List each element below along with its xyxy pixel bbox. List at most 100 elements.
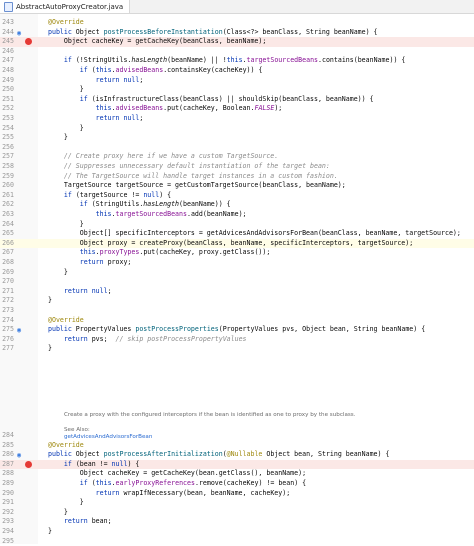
code-line[interactable]: 257 // Create proxy here if we have a cu…	[0, 152, 474, 162]
line-number[interactable]: 262	[0, 200, 14, 210]
code-line[interactable]: 264 }	[0, 220, 474, 230]
line-number[interactable]: 251	[0, 95, 14, 105]
code-line[interactable]: 276 return pvs; // skip postProcessPrope…	[0, 335, 474, 345]
code-text[interactable]: if (bean != null) {	[48, 460, 139, 470]
code-line[interactable]: 292 }	[0, 508, 474, 518]
line-number[interactable]: 272	[0, 296, 14, 306]
code-text[interactable]: }	[48, 527, 52, 537]
line-number[interactable]: 246	[0, 47, 14, 57]
code-text[interactable]: }	[48, 344, 52, 354]
line-number[interactable]: 259	[0, 172, 14, 182]
code-text[interactable]: return pvs; // skip postProcessPropertyV…	[48, 335, 247, 345]
code-text[interactable]: return null;	[48, 76, 144, 86]
line-number[interactable]: 258	[0, 162, 14, 172]
code-editor[interactable]: 243 @Override 244 ◉ public Object postProces…	[0, 14, 474, 546]
code-line[interactable]: 256	[0, 143, 474, 153]
line-number[interactable]: 288	[0, 469, 14, 479]
code-line[interactable]: 293 return bean;	[0, 517, 474, 527]
code-text[interactable]: return null;	[48, 114, 144, 124]
code-text[interactable]: TargetSource targetSource = getCustomTar…	[48, 181, 346, 191]
code-line[interactable]: 252 this.advisedBeans.put(cacheKey, Bool…	[0, 104, 474, 114]
line-number[interactable]: 292	[0, 508, 14, 518]
line-number[interactable]: 270	[0, 277, 14, 287]
code-text[interactable]: if (!StringUtils.hasLength(beanName) || …	[48, 56, 405, 66]
code-text[interactable]: }	[48, 85, 84, 95]
line-number[interactable]: 287	[0, 460, 14, 470]
code-line[interactable]: 250 }	[0, 85, 474, 95]
file-tab[interactable]: AbstractAutoProxyCreator.java	[0, 0, 131, 13]
code-text[interactable]: this.targetSourcedBeans.add(beanName);	[48, 210, 247, 220]
code-line[interactable]: 270	[0, 277, 474, 287]
line-number[interactable]: 294	[0, 527, 14, 537]
breakpoint-icon[interactable]	[25, 38, 32, 46]
code-line[interactable]: 295	[0, 537, 474, 546]
line-number[interactable]: 253	[0, 114, 14, 124]
code-line[interactable]: 251 if (isInfrastructureClass(beanClass)…	[0, 95, 474, 105]
code-text[interactable]: this.advisedBeans.put(cacheKey, Boolean.…	[48, 104, 283, 114]
code-line[interactable]: 268 return proxy;	[0, 258, 474, 268]
code-text[interactable]: Object[] specificInterceptors = getAdvic…	[48, 229, 461, 239]
code-text[interactable]: public PropertyValues postProcessPropert…	[48, 325, 425, 335]
code-line[interactable]: 243 @Override	[0, 18, 474, 28]
code-text[interactable]: }	[48, 498, 84, 508]
code-line[interactable]: 265 Object[] specificInterceptors = getA…	[0, 229, 474, 239]
line-number[interactable]: 285	[0, 441, 14, 451]
code-line[interactable]: 246	[0, 47, 474, 57]
line-number[interactable]: 286	[0, 450, 14, 460]
line-number[interactable]: 273	[0, 306, 14, 316]
code-line[interactable]: 263 this.targetSourcedBeans.add(beanName…	[0, 210, 474, 220]
code-text[interactable]: public Object postProcessBeforeInstantia…	[48, 28, 378, 38]
code-line[interactable]: 260 TargetSource targetSource = getCusto…	[0, 181, 474, 191]
code-text[interactable]: Object proxy = createProxy(beanClass, be…	[48, 239, 413, 249]
code-text[interactable]: // The TargetSource will handle target i…	[48, 172, 338, 182]
line-number[interactable]: 248	[0, 66, 14, 76]
code-text[interactable]: }	[48, 124, 84, 134]
code-line[interactable]: 245 Object cacheKey = getCacheKey(beanCl…	[0, 37, 474, 47]
code-line[interactable]: 261 if (targetSource != null) {	[0, 191, 474, 201]
code-line[interactable]: 273	[0, 306, 474, 316]
line-number[interactable]: 247	[0, 56, 14, 66]
line-number[interactable]: 249	[0, 76, 14, 86]
line-number[interactable]: 277	[0, 344, 14, 354]
line-number[interactable]: 284	[0, 431, 14, 441]
line-number[interactable]: 275	[0, 325, 14, 335]
code-line[interactable]: 248 if (this.advisedBeans.containsKey(ca…	[0, 66, 474, 76]
override-gutter-icon[interactable]: ◉	[17, 451, 21, 459]
line-number[interactable]: 261	[0, 191, 14, 201]
code-text[interactable]: // Create proxy here if we have a custom…	[48, 152, 278, 162]
code-text[interactable]: if (targetSource != null) {	[48, 191, 171, 201]
code-line[interactable]: 262 if (StringUtils.hasLength(beanName))…	[0, 200, 474, 210]
code-text[interactable]: return bean;	[48, 517, 112, 527]
code-line[interactable]: 255 }	[0, 133, 474, 143]
code-line[interactable]: 249 return null;	[0, 76, 474, 86]
code-line[interactable]: 288 Object cacheKey = getCacheKey(bean.g…	[0, 469, 474, 479]
code-line[interactable]: 259 // The TargetSource will handle targ…	[0, 172, 474, 182]
line-number[interactable]: 252	[0, 104, 14, 114]
line-number[interactable]: 295	[0, 537, 14, 546]
code-text[interactable]: Object cacheKey = getCacheKey(bean.getCl…	[48, 469, 306, 479]
code-text[interactable]: Object cacheKey = getCacheKey(beanClass,…	[48, 37, 266, 47]
line-number[interactable]: 244	[0, 28, 14, 38]
code-line[interactable]: 275 ◉ public PropertyValues postProcessPro…	[0, 325, 474, 335]
code-line[interactable]: 277}	[0, 344, 474, 354]
line-number[interactable]: 274	[0, 316, 14, 326]
line-number[interactable]: 254	[0, 124, 14, 134]
line-number[interactable]: 263	[0, 210, 14, 220]
code-line[interactable]: 271 return null;	[0, 287, 474, 297]
code-text[interactable]: }	[48, 268, 68, 278]
see-also-link[interactable]: getAdvicesAndAdvisorsForBean	[64, 434, 152, 440]
code-text[interactable]: @Override	[48, 441, 84, 451]
line-number[interactable]: 245	[0, 37, 14, 47]
code-text[interactable]: if (this.earlyProxyReferences.remove(cac…	[48, 479, 306, 489]
code-line[interactable]: 274 @Override	[0, 316, 474, 326]
code-line[interactable]: 253 return null;	[0, 114, 474, 124]
line-number[interactable]: 267	[0, 248, 14, 258]
code-line[interactable]: 285 @Override	[0, 441, 474, 451]
line-number[interactable]: 276	[0, 335, 14, 345]
line-number[interactable]: 250	[0, 85, 14, 95]
line-number[interactable]: 260	[0, 181, 14, 191]
code-line[interactable]: 269 }	[0, 268, 474, 278]
code-text[interactable]: }	[48, 133, 68, 143]
code-line[interactable]: 294}	[0, 527, 474, 537]
code-line[interactable]: 247 if (!StringUtils.hasLength(beanName)…	[0, 56, 474, 66]
